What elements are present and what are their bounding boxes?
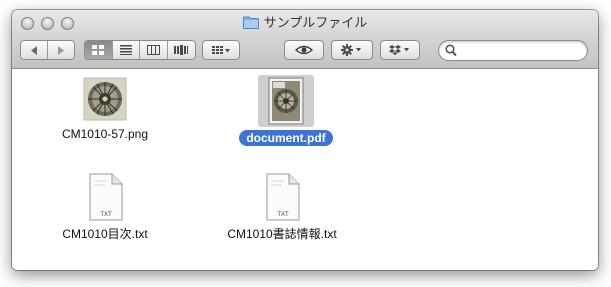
finder-window: サンプルファイル CM1010-57.png document.pdf TXT … xyxy=(12,10,598,270)
nav-buttons xyxy=(20,40,75,60)
file-item-png[interactable]: CM1010-57.png xyxy=(35,75,175,143)
file-item-txt[interactable]: TXT CM1010書誌情報.txt xyxy=(212,173,352,243)
arrange-button[interactable] xyxy=(202,40,240,60)
action-button[interactable] xyxy=(331,40,373,60)
column-view-button[interactable] xyxy=(140,41,168,59)
dropbox-icon xyxy=(389,45,409,55)
titlebar: サンプルファイル xyxy=(12,10,598,69)
cover-flow-view-button[interactable] xyxy=(167,41,195,59)
text-document-icon: TXT xyxy=(266,173,300,221)
forward-button[interactable] xyxy=(47,41,74,59)
window-title-text: サンプルファイル xyxy=(263,15,368,30)
search-icon xyxy=(445,44,457,57)
list-view-button[interactable] xyxy=(112,41,140,59)
file-item-pdf[interactable]: document.pdf xyxy=(216,75,356,147)
selection-highlight xyxy=(258,75,314,127)
file-item-txt[interactable]: TXT CM1010目次.txt xyxy=(35,173,175,243)
quick-look-button[interactable] xyxy=(284,40,324,60)
file-label: CM1010-57.png xyxy=(61,127,149,141)
txt-badge: TXT xyxy=(100,212,112,218)
column-view-icon xyxy=(146,45,160,55)
file-label-selected: document.pdf xyxy=(239,130,333,146)
cover-flow-icon xyxy=(174,45,189,55)
arrange-grid-icon xyxy=(211,45,230,54)
icon-view-icon xyxy=(92,45,105,55)
file-label: CM1010目次.txt xyxy=(62,227,148,241)
back-button[interactable] xyxy=(21,41,48,59)
gear-icon xyxy=(341,44,361,56)
file-grid: CM1010-57.png document.pdf TXT CM1010目次.… xyxy=(12,69,598,270)
search-field[interactable] xyxy=(438,40,588,61)
window-title: サンプルファイル xyxy=(12,15,598,31)
icon-view-button[interactable] xyxy=(85,41,113,59)
image-thumbnail-icon xyxy=(83,77,127,121)
list-view-icon xyxy=(119,45,132,55)
folder-icon xyxy=(242,16,259,29)
txt-badge: TXT xyxy=(277,212,289,218)
forward-arrow-icon xyxy=(57,45,64,55)
view-mode-buttons xyxy=(84,40,196,60)
back-arrow-icon xyxy=(30,45,37,55)
search-input[interactable] xyxy=(459,43,583,60)
text-document-icon: TXT xyxy=(89,173,123,221)
file-label: CM1010書誌情報.txt xyxy=(227,227,337,241)
dropbox-button[interactable] xyxy=(380,40,420,60)
pdf-thumbnail-icon xyxy=(268,77,304,125)
eye-icon xyxy=(295,45,313,55)
